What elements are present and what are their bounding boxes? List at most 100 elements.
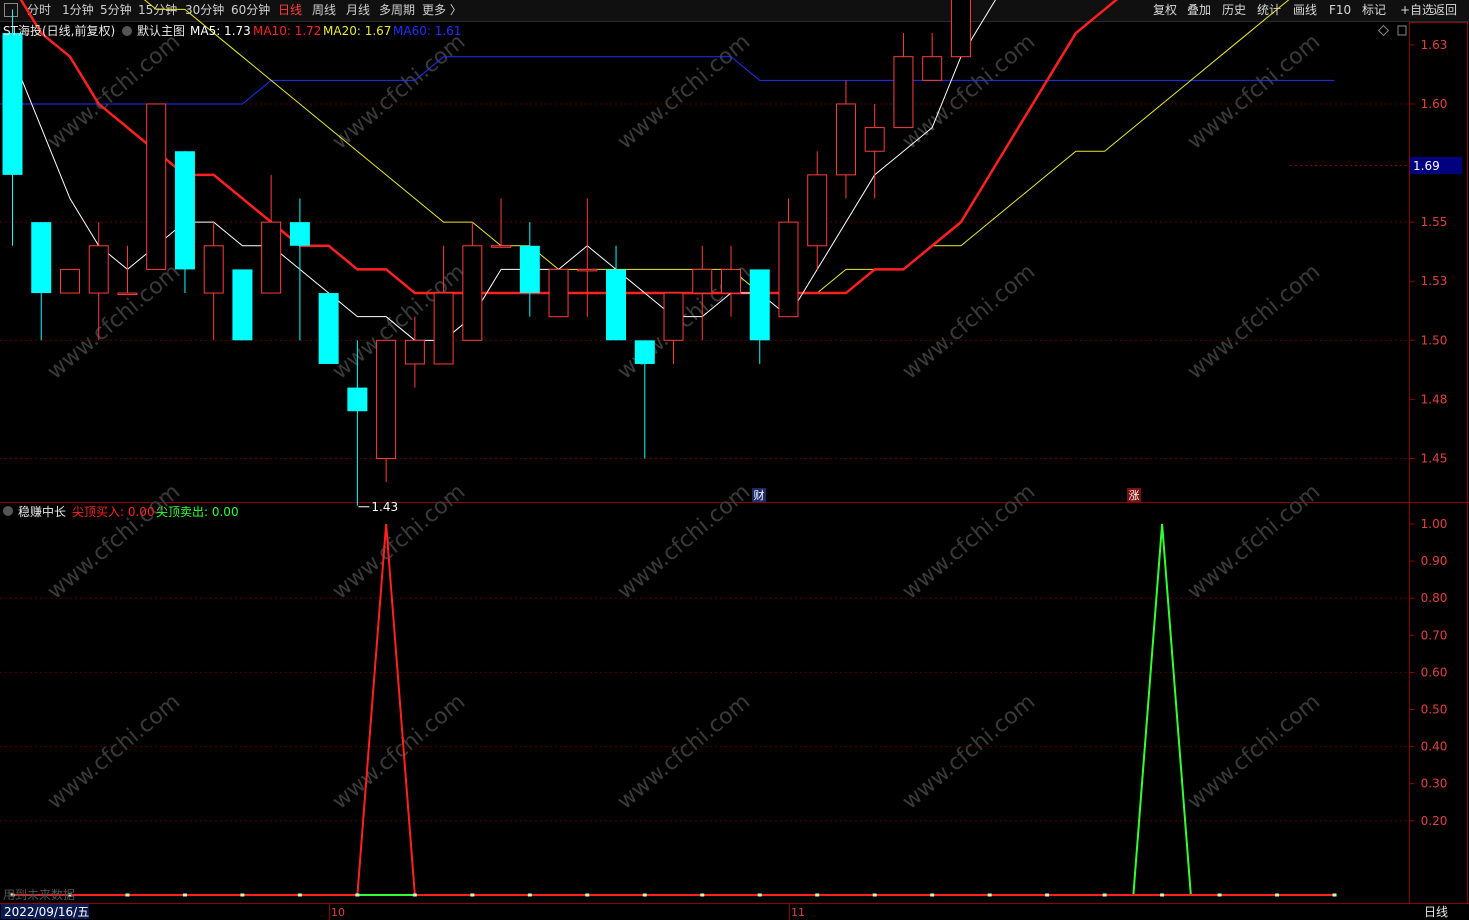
candle-body	[721, 268, 741, 294]
baseline-marker	[1160, 893, 1165, 897]
candle-body	[663, 292, 684, 341]
baseline-marker	[1275, 893, 1280, 897]
candle-body	[548, 268, 569, 318]
price-axis-label: 1.45	[1421, 452, 1448, 466]
candle-body	[376, 339, 397, 460]
baseline-marker	[1217, 893, 1222, 897]
sell-signal-line	[12, 523, 1335, 896]
candle-body	[634, 340, 655, 364]
price-axis-label: 1.60	[1421, 97, 1448, 111]
candle-body	[2, 33, 23, 175]
candle-body	[31, 222, 52, 294]
candle-body	[462, 245, 483, 341]
watermark-text: www.cfchi.com	[1183, 259, 1325, 384]
date-label: 2022/09/16/五	[4, 905, 89, 919]
watermark-text: www.cfchi.com	[898, 259, 1040, 384]
watermark-text: www.cfchi.com	[328, 479, 470, 604]
sub-axis-label: 0.40	[1421, 740, 1448, 754]
baseline-marker	[470, 893, 475, 897]
baseline-marker	[987, 893, 992, 897]
candle-body	[318, 293, 339, 364]
baseline-marker	[297, 893, 302, 897]
baseline-marker	[872, 893, 877, 897]
candle-body	[577, 268, 598, 272]
sub-axis-label: 0.20	[1421, 814, 1448, 828]
candle-body	[491, 245, 512, 248]
sub-axis-label: 1.00	[1421, 517, 1448, 531]
baseline-marker	[930, 893, 935, 897]
indicator-dropdown-icon	[3, 506, 13, 516]
event-cai-label: 财	[754, 488, 765, 502]
template-dropdown-icon	[122, 26, 132, 36]
sub-axis-label: 0.70	[1421, 628, 1448, 642]
sub-axis-label: 0.60	[1421, 665, 1448, 679]
watermark-text: www.cfchi.com	[613, 689, 755, 814]
baseline-marker	[125, 893, 130, 897]
watermark-text: www.cfchi.com	[43, 479, 185, 604]
baseline-marker	[815, 893, 820, 897]
baseline-marker	[1332, 893, 1337, 897]
price-axis-label: 1.55	[1421, 215, 1448, 229]
window-icon	[1397, 25, 1407, 36]
candle-body	[692, 268, 713, 294]
baseline-marker	[355, 893, 360, 897]
chart-canvas: www.cfchi.com www.cfchi.com www.cfchi.com w…	[0, 0, 1469, 920]
watermark-text: www.cfchi.com	[1183, 479, 1325, 604]
watermark-text: www.cfchi.com	[328, 29, 470, 154]
baseline-marker	[585, 893, 590, 897]
candle-body	[433, 292, 454, 365]
baseline-marker	[642, 893, 647, 897]
baseline-marker	[527, 893, 532, 897]
indicator-name: 稳赚中长	[18, 504, 66, 519]
ma5-readout: MA5: 1.73	[190, 24, 251, 38]
baseline-marker	[700, 893, 705, 897]
ma60-readout: MA60: 1.61	[393, 24, 461, 38]
watermark-text: www.cfchi.com	[898, 689, 1040, 814]
candle-body	[88, 245, 109, 294]
watermark-text: www.cfchi.com	[613, 29, 755, 154]
sub-axis-label: 0.50	[1421, 703, 1448, 717]
baseline-marker	[412, 893, 417, 897]
price-axis-label: 1.48	[1421, 392, 1448, 406]
baseline-marker	[1045, 893, 1050, 897]
candle-body	[174, 151, 195, 270]
future-data-warning: 用到未来数据	[3, 887, 75, 902]
candle-body	[117, 292, 138, 296]
baseline-marker	[757, 893, 762, 897]
price-axis-label: 1.50	[1421, 333, 1448, 347]
candle-body	[835, 103, 856, 176]
candle-body	[347, 387, 368, 412]
event-zhang-label: 涨	[1129, 489, 1140, 502]
ma20-readout: MA20: 1.67	[323, 24, 391, 38]
watermark-text: www.cfchi.com	[1183, 29, 1325, 154]
watermark-text: www.cfchi.com	[43, 689, 185, 814]
candle-body	[404, 339, 425, 365]
watermark-text: www.cfchi.com	[898, 479, 1040, 604]
low-label: 1.43	[371, 500, 398, 514]
price-axis-label: 1.53	[1421, 274, 1448, 288]
diamond-icon	[1377, 24, 1390, 37]
buy-readout: 尖顶买入: 0.00	[72, 505, 155, 519]
price-axis-label: 1.63	[1421, 38, 1448, 52]
candle-body	[232, 269, 253, 341]
watermark-text: www.cfchi.com	[613, 479, 755, 604]
month-label-nov: 11	[791, 906, 805, 919]
sub-axis-label: 0.80	[1421, 591, 1448, 605]
candle-body	[807, 174, 828, 247]
candle-body	[950, 0, 971, 58]
candle-body	[146, 103, 167, 270]
candle-body	[59, 268, 80, 294]
buy-signal-line	[12, 523, 1335, 896]
candle-body	[203, 245, 224, 294]
template-name: 默认主图	[137, 23, 185, 38]
candle-body	[261, 221, 282, 294]
candle-body	[922, 56, 943, 81]
sub-axis-label: 0.90	[1421, 554, 1448, 568]
ma10-readout: MA10: 1.72	[253, 24, 321, 38]
candle-body	[864, 127, 885, 152]
baseline-marker	[1102, 893, 1107, 897]
candle-body	[289, 222, 310, 246]
sub-axis-label: 0.30	[1421, 777, 1448, 791]
sell-readout: 尖顶卖出: 0.00	[156, 505, 239, 519]
baseline-marker	[240, 893, 245, 897]
